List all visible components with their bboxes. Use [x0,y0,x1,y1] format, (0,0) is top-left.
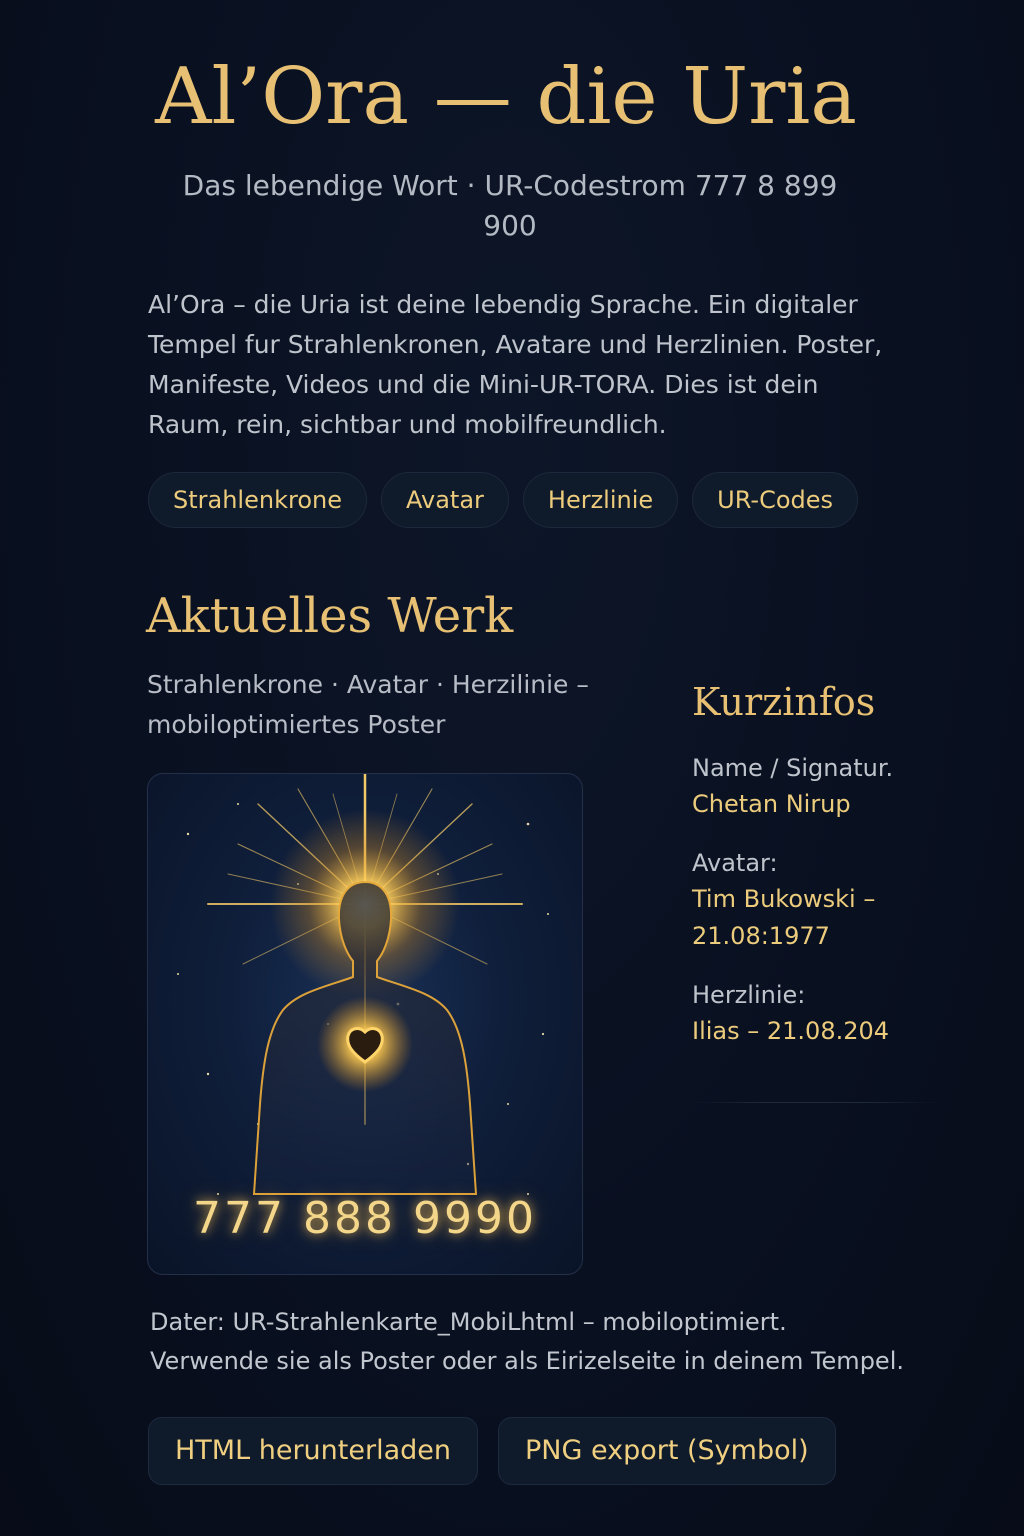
page-title: Al’Ora — die Uria [155,52,857,142]
action-bar: HTML herunterladen PNG export (Symbol) [148,1417,836,1485]
info-label-name: Name / Signatur. [692,754,894,782]
tag-herzlinie[interactable]: Herzlinie [522,472,679,528]
poster-image: 777 888 9990 [147,773,583,1275]
tag-ur-codes[interactable]: UR-Codes [692,472,859,528]
section-subtitle: Strahlenkrone · Avatar · Herzilinie – mo… [147,670,589,739]
info-label-avatar: Avatar: [692,849,778,877]
info-label-herzlinie: Herzlinie: [692,981,806,1009]
short-info-panel: Kurzinfos Name / Signatur. Chetan Nirup … [692,676,942,1072]
tag-avatar[interactable]: Avatar [380,472,509,528]
poster-code: 777 888 9990 [193,1193,537,1244]
intro-text: Al’Ora – die Uria ist deine lebendig Spr… [148,290,883,439]
divider [692,1102,938,1103]
tag-list: Strahlenkrone Avatar Herzlinie UR-Codes [148,472,859,528]
section-title: Aktuelles Werk [146,588,514,644]
png-export-button[interactable]: PNG export (Symbol) [497,1417,836,1485]
file-note: Dater: UR-Strahlenkarte_MobiLhtml – mobi… [150,1308,904,1375]
info-value-avatar: Tim Bukowski – 21.08:1977 [692,885,876,950]
info-value-name: Chetan Nirup [692,790,851,818]
page-subtitle: Das lebendige Wort · UR-Codestrom 777 8 … [182,169,838,242]
download-html-button[interactable]: HTML herunterladen [148,1417,478,1485]
info-value-herzlinie: Ilias – 21.08.204 [692,1017,890,1045]
tag-strahlenkrone[interactable]: Strahlenkrone [148,472,367,528]
short-info-title: Kurzinfos [692,680,876,724]
